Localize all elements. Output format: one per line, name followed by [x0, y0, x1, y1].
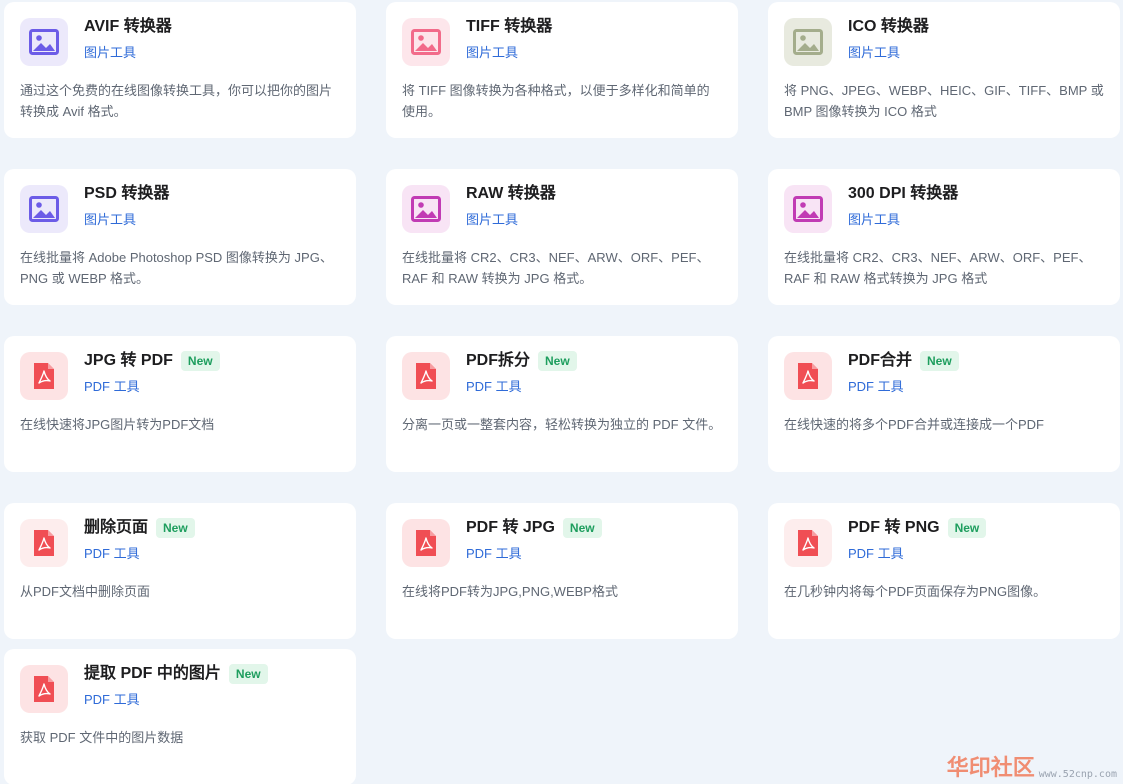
tools-grid: AVIF 转换器 图片工具 通过这个免费的在线图像转换工具，你可以把你的图片转换成 …: [0, 0, 1123, 784]
card-description: 从PDF文档中删除页面: [20, 584, 151, 599]
card-title: 提取 PDF 中的图片: [84, 665, 221, 682]
card-title-row: ICO 转换器: [848, 15, 929, 39]
new-badge: New: [562, 518, 602, 538]
tool-card[interactable]: PDF拆分 New PDF 工具分离一页或一整套内容，轻松转换为独立的 PDF 文件…: [386, 336, 738, 472]
card-title: TIFF 转换器: [466, 18, 553, 35]
image-icon: [20, 185, 68, 233]
card-title-row: PDF 转 PNG New: [848, 516, 987, 540]
card-category-link[interactable]: PDF 工具: [84, 378, 140, 396]
new-badge: New: [228, 664, 268, 684]
tool-card[interactable]: 删除页面 New PDF 工具从PDF文档中删除页面: [4, 503, 356, 639]
card-category-link[interactable]: PDF 工具: [848, 545, 904, 563]
card-category-link[interactable]: 图片工具: [848, 44, 900, 62]
tool-card[interactable]: 300 DPI 转换器 图片工具在线批量将 CR2、CR3、NEF、ARW、ORF…: [768, 169, 1120, 305]
card-title-row: 删除页面 New: [84, 516, 195, 540]
card-title: PDF 转 JPG: [466, 519, 555, 536]
card-category-link[interactable]: PDF 工具: [848, 378, 904, 396]
card-category-link[interactable]: 图片工具: [84, 44, 136, 62]
image-icon: [402, 18, 450, 66]
card-title-row: AVIF 转换器: [84, 15, 172, 39]
new-badge: New: [920, 351, 959, 371]
pdf-icon: [20, 665, 68, 713]
card-category-link[interactable]: 图片工具: [84, 211, 136, 229]
card-category-link[interactable]: 图片工具: [466, 211, 518, 229]
image-icon: [784, 185, 832, 233]
tool-card[interactable]: AVIF 转换器 图片工具通过这个免费的在线图像转换工具，你可以把你的图片转换成 …: [4, 2, 356, 138]
card-title-row: RAW 转换器: [466, 182, 556, 206]
new-badge: New: [180, 351, 220, 371]
image-icon: [784, 18, 832, 66]
card-category-link[interactable]: 图片工具: [466, 44, 518, 62]
pdf-icon: [20, 352, 68, 400]
card-title: RAW 转换器: [466, 185, 556, 202]
card-title: ICO 转换器: [848, 18, 929, 35]
card-title: PDF拆分: [466, 352, 531, 369]
tool-card[interactable]: TIFF 转换器 图片工具将 TIFF 图像转换为各种格式，以便于多样化和简单的使…: [386, 2, 738, 138]
card-description: 分离一页或一整套内容，轻松转换为独立的 PDF 文件。: [402, 417, 722, 432]
card-title: AVIF 转换器: [84, 18, 172, 35]
new-badge: New: [947, 518, 987, 538]
card-title-row: PDF拆分 New: [466, 349, 577, 373]
new-badge: New: [538, 351, 577, 371]
tool-card[interactable]: ICO 转换器 图片工具将 PNG、JPEG、WEBP、HEIC、GIF、TIFF…: [768, 2, 1120, 138]
tool-card[interactable]: JPG 转 PDF New PDF 工具在线快速将JPG图片转为PDF文档: [4, 336, 356, 472]
card-title: JPG 转 PDF: [84, 352, 173, 369]
card-title-row: 300 DPI 转换器: [848, 182, 958, 206]
card-category-link[interactable]: 图片工具: [848, 211, 900, 229]
card-title: 删除页面: [84, 519, 149, 536]
card-category-link[interactable]: PDF 工具: [84, 545, 140, 563]
card-title: 300 DPI 转换器: [848, 185, 959, 202]
pdf-icon: [20, 519, 68, 567]
pdf-icon: [784, 519, 832, 567]
card-title: PSD 转换器: [84, 185, 170, 202]
tool-card[interactable]: PDF 转 PNG New PDF 工具在几秒钟内将每个PDF页面保存为PNG图像。: [768, 503, 1120, 639]
card-description: 将 PNG、JPEG、WEBP、HEIC、GIF、TIFF、BMP 或 BMP …: [784, 83, 1104, 119]
card-description: 在线批量将 CR2、CR3、NEF、ARW、ORF、PEF、RAF 和 RAW …: [784, 250, 1092, 286]
card-title-row: PDF合并 New: [848, 349, 959, 373]
card-title: PDF合并: [848, 352, 913, 369]
card-category-link[interactable]: PDF 工具: [84, 691, 140, 709]
card-title-row: PSD 转换器: [84, 182, 169, 206]
card-title-row: PDF 转 JPG New: [466, 516, 602, 540]
card-description: 在线快速的将多个PDF合并或连接成一个PDF: [784, 417, 1045, 432]
tool-card[interactable]: PDF 转 JPG New PDF 工具在线将PDF转为JPG,PNG,WEBP格式: [386, 503, 738, 639]
card-description: 在线将PDF转为JPG,PNG,WEBP格式: [402, 584, 618, 599]
pdf-icon: [402, 519, 450, 567]
tool-card[interactable]: PDF合并 New PDF 工具在线快速的将多个PDF合并或连接成一个PDF: [768, 336, 1120, 472]
card-description: 通过这个免费的在线图像转换工具，你可以把你的图片转换成 Avif 格式。: [20, 83, 333, 119]
card-description: 在几秒钟内将每个PDF页面保存为PNG图像。: [784, 584, 1047, 599]
image-icon: [20, 18, 68, 66]
card-description: 在线批量将 CR2、CR3、NEF、ARW、ORF、PEF、RAF 和 RAW …: [402, 250, 710, 286]
tool-card[interactable]: 提取 PDF 中的图片 New PDF 工具获取 PDF 文件中的图片数据: [4, 649, 356, 784]
pdf-icon: [402, 352, 450, 400]
card-category-link[interactable]: PDF 工具: [466, 378, 522, 396]
tool-card[interactable]: PSD 转换器 图片工具在线批量将 Adobe Photoshop PSD 图像转…: [4, 169, 356, 305]
card-title-row: JPG 转 PDF New: [84, 349, 220, 373]
card-description: 在线快速将JPG图片转为PDF文档: [20, 417, 215, 432]
card-title-row: TIFF 转换器: [466, 15, 552, 39]
card-category-link[interactable]: PDF 工具: [466, 545, 522, 563]
tool-card[interactable]: RAW 转换器 图片工具在线批量将 CR2、CR3、NEF、ARW、ORF、PEF…: [386, 169, 738, 305]
new-badge: New: [156, 518, 195, 538]
image-icon: [402, 185, 450, 233]
card-title-row: 提取 PDF 中的图片 New: [84, 662, 268, 686]
pdf-icon: [784, 352, 832, 400]
card-title: PDF 转 PNG: [848, 519, 940, 536]
card-description: 在线批量将 Adobe Photoshop PSD 图像转换为 JPG、PNG …: [20, 250, 333, 286]
card-description: 将 TIFF 图像转换为各种格式，以便于多样化和简单的使用。: [402, 83, 710, 119]
card-description: 获取 PDF 文件中的图片数据: [20, 730, 184, 745]
